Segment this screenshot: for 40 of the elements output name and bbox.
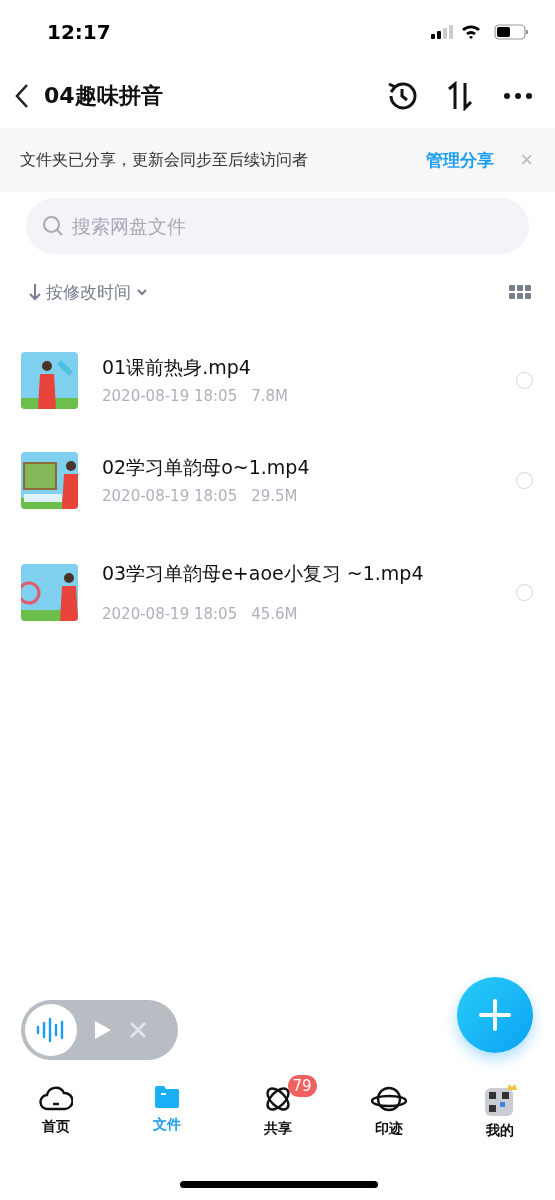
select-radio[interactable] [516, 471, 533, 489]
chevron-down-icon [135, 287, 149, 297]
add-button[interactable] [457, 977, 533, 1053]
select-radio[interactable] [516, 371, 533, 389]
tab-item[interactable]: 我的 [482, 1084, 517, 1140]
select-radio[interactable] [516, 583, 533, 601]
file-date: 2020-08-19 18:05 [102, 387, 238, 405]
file-name[interactable]: 02学习单韵母o~1.mp4 [102, 455, 492, 481]
sort-button[interactable] [445, 81, 475, 111]
waveform-icon[interactable] [25, 1004, 77, 1056]
wifi-icon [462, 25, 480, 39]
file-date: 2020-08-19 18:05 [102, 487, 238, 505]
play-button[interactable] [93, 1019, 113, 1041]
status-time: 12:17 [47, 20, 111, 44]
tab-item[interactable]: 印迹 [370, 1084, 407, 1138]
folder-icon [152, 1084, 181, 1110]
grid-view-button[interactable] [509, 285, 531, 299]
plus-icon [479, 999, 511, 1031]
arrow-down-icon [28, 283, 42, 301]
file-date: 2020-08-19 18:05 [102, 605, 238, 623]
back-button[interactable] [14, 83, 30, 109]
avatar-icon [482, 1084, 517, 1116]
battery-icon [494, 24, 528, 40]
file-size: 29.5M [251, 487, 298, 505]
close-button[interactable] [129, 1021, 147, 1039]
file-name[interactable]: 01课前热身.mp4 [102, 355, 492, 381]
file-size: 7.8M [251, 387, 288, 405]
signal-icon [431, 25, 453, 39]
planet-icon [370, 1084, 407, 1114]
file-size: 45.6M [251, 605, 298, 623]
count-badge: 79 [287, 1075, 317, 1097]
search-icon [42, 215, 64, 237]
file-name[interactable]: 03学习单韵母e+aoe小复习 ~1.mp4 [102, 561, 492, 587]
more-button[interactable] [503, 92, 533, 100]
page-title: 04趣味拼音 [44, 82, 164, 110]
sort-dropdown[interactable]: 按修改时间 [28, 280, 149, 304]
cloud-icon [38, 1084, 73, 1112]
tab-item[interactable]: 首页 [38, 1084, 73, 1136]
search-field[interactable]: 搜索网盘文件 [26, 198, 529, 254]
share-message: 文件夹已分享，更新会同步至后续访问者 [20, 149, 309, 171]
